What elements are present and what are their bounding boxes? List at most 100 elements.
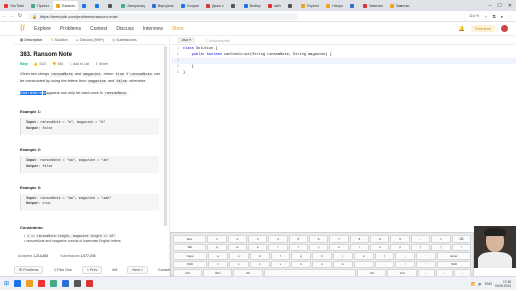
browser-tab[interactable]: Explore (298, 1, 322, 10)
taskbar-app-icon[interactable] (50, 280, 58, 287)
share-button[interactable]: ⇪ Share (95, 62, 108, 66)
tab-submissions[interactable]: ◷ Submissions (112, 38, 137, 42)
keyboard-key[interactable]: [ (410, 243, 431, 251)
keyboard-key[interactable]: x (228, 260, 249, 268)
tab-solution[interactable]: ⚗ Solution (50, 38, 67, 42)
keyboard-key[interactable]: 0 (390, 235, 410, 243)
tab-description[interactable]: ▤ Description (20, 38, 42, 42)
keyboard-key[interactable]: o (370, 243, 390, 251)
keyboard-key[interactable]: d (249, 252, 270, 260)
keyboard-key[interactable]: \ (451, 243, 471, 251)
keyboard-key[interactable]: m (332, 260, 353, 268)
close-icon[interactable]: ✕ (508, 3, 512, 9)
browser-tab[interactable] (347, 1, 359, 10)
menu-icon[interactable]: ⋮ (508, 14, 512, 19)
keyboard-key[interactable]: q (207, 243, 227, 251)
keyboard-key[interactable]: t (288, 243, 309, 251)
browser-tab[interactable]: Проект (28, 1, 52, 10)
keyboard-key[interactable]: e (247, 243, 268, 251)
taskbar-app-icon[interactable] (86, 280, 94, 287)
browser-tab[interactable]: Виртуаль (149, 1, 177, 10)
keyboard-key[interactable]: = (431, 235, 451, 243)
browser-tab[interactable] (105, 1, 117, 10)
browser-tab[interactable]: Авторизац (118, 1, 148, 10)
keyboard-key[interactable]: l (374, 252, 395, 260)
back-icon[interactable]: ← (0, 13, 8, 19)
reload-icon[interactable]: ↻ (16, 13, 24, 19)
autocomplete-toggle[interactable]: ⓘ Autocomplete (205, 38, 230, 43)
keyboard-key[interactable]: . (374, 260, 395, 268)
keyboard-key[interactable]: g (291, 252, 312, 260)
tab-discuss[interactable]: ▭ Discuss (999+) (76, 38, 104, 42)
taskbar-app-icon[interactable] (26, 280, 34, 287)
avatar[interactable] (501, 25, 508, 32)
maximize-icon[interactable]: ☐ (497, 3, 501, 9)
browser-tab[interactable] (92, 1, 104, 10)
code-line[interactable]: 5} (171, 70, 516, 76)
keyboard-key[interactable]: f (270, 252, 291, 260)
keyboard-key[interactable]: 2 (227, 235, 247, 243)
keyboard-key[interactable]: k (353, 252, 374, 260)
dislike-button[interactable]: 👎 454 (52, 62, 63, 66)
language-indicator[interactable]: ENG (485, 282, 492, 286)
zoom-level[interactable]: 110 % (469, 14, 479, 18)
browser-tab[interactable] (228, 1, 240, 10)
keyboard-key[interactable]: Shift (173, 260, 208, 268)
keyboard-key[interactable]: p (390, 243, 410, 251)
keyboard-key[interactable]: y (309, 243, 329, 251)
next-button[interactable]: Next > (127, 265, 148, 274)
keyboard-key[interactable]: h (312, 252, 332, 260)
add-to-list-button[interactable]: ☆ Add to List (69, 62, 89, 66)
keyboard-key[interactable]: Esc (173, 235, 207, 243)
keyboard-key[interactable]: Shift (437, 260, 472, 268)
browser-tab[interactable]: Напро (323, 1, 346, 10)
keyboard-key[interactable]: i (349, 243, 370, 251)
network-icon[interactable]: 📶 (471, 282, 475, 286)
prev-button[interactable]: < Prev (81, 265, 103, 274)
keyboard-key[interactable]: s (228, 252, 249, 260)
browser-tab[interactable]: Ransom (52, 1, 79, 10)
keyboard-key[interactable]: Tab (173, 243, 207, 251)
keyboard-key[interactable]: ' (416, 252, 436, 260)
problem-scrollbar[interactable] (164, 46, 167, 226)
premium-button[interactable]: Premium (470, 25, 495, 32)
volume-icon[interactable]: 🔊 (478, 282, 482, 286)
keyboard-key[interactable]: v (270, 260, 291, 268)
nav-store[interactable]: Store (172, 26, 184, 32)
start-icon[interactable]: ⊞ (4, 280, 9, 287)
keyboard-key[interactable]: u (329, 243, 349, 251)
browser-tab[interactable]: Заметки (387, 1, 413, 10)
keyboard-key[interactable]: z (208, 260, 228, 268)
forward-icon[interactable]: → (8, 13, 16, 19)
keyboard-key[interactable]: b (291, 260, 312, 268)
keyboard-key[interactable]: c (249, 260, 270, 268)
keyboard-key[interactable]: a (208, 252, 228, 260)
profile-icon[interactable]: ● (501, 14, 503, 19)
keyboard-key[interactable]: 1 (207, 235, 227, 243)
keyboard-key[interactable]: 9 (370, 235, 390, 243)
keyboard-key[interactable]: - (410, 235, 431, 243)
browser-tab[interactable]: YouTube (1, 1, 27, 10)
language-select[interactable]: Java ▾ (177, 37, 195, 43)
pick-one-button[interactable]: ⤮ Pick One (49, 267, 75, 273)
minimize-icon[interactable]: – (489, 3, 492, 9)
extensions-icon[interactable]: ⧉ (493, 14, 496, 19)
keyboard-key[interactable]: Caps (173, 252, 208, 260)
keyboard-key[interactable]: 6 (309, 235, 329, 243)
keyboard-key[interactable]: ; (395, 252, 416, 260)
browser-tab[interactable] (79, 1, 91, 10)
leetcode-logo[interactable]: ⟨/ (20, 25, 28, 33)
keyboard-key[interactable]: / (395, 260, 416, 268)
browser-tab[interactable] (285, 1, 297, 10)
keyboard-key[interactable]: 3 (247, 235, 268, 243)
keyboard-key[interactable]: 4 (268, 235, 288, 243)
browser-tab[interactable]: Даже с (203, 1, 227, 10)
url-input[interactable]: 🔒 https://leetcode.com/problems/ransom-n… (28, 12, 298, 20)
browser-tab[interactable]: Заметки (360, 1, 386, 10)
keyboard-key[interactable]: 8 (349, 235, 370, 243)
browser-tab[interactable]: сайт (265, 1, 284, 10)
taskbar-app-icon[interactable] (62, 280, 70, 287)
nav-contest[interactable]: Contest (90, 26, 107, 32)
keyboard-key[interactable]: r (268, 243, 288, 251)
taskbar-app-icon[interactable] (38, 280, 46, 287)
